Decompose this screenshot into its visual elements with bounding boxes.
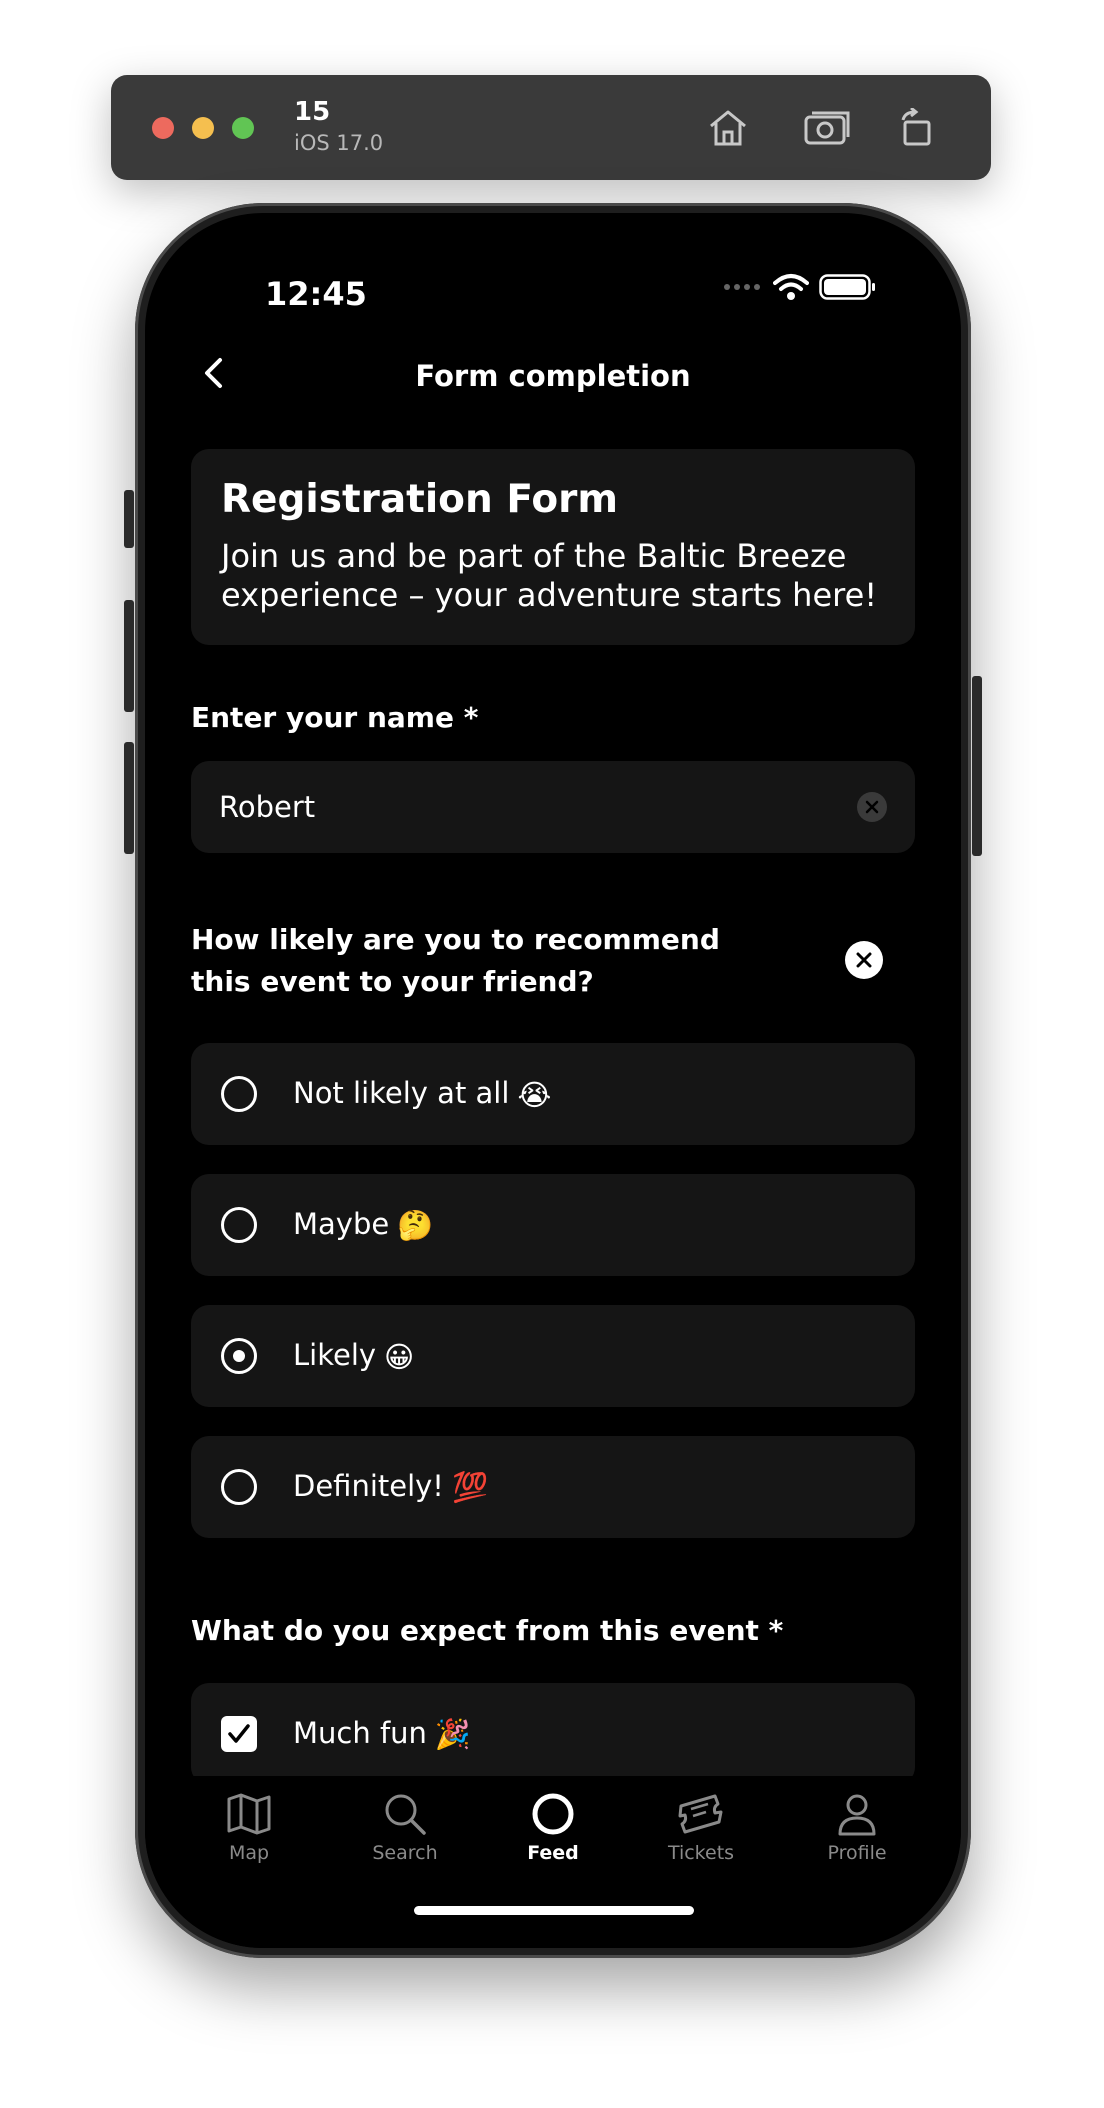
- radio-button[interactable]: [221, 1469, 257, 1505]
- home-indicator[interactable]: [414, 1906, 694, 1915]
- tab-bar: Map Search Feed Tickets Profile: [145, 1776, 961, 1948]
- checkbox-checked[interactable]: [221, 1716, 257, 1752]
- signal-icon: [724, 284, 760, 290]
- radio-button-selected[interactable]: [221, 1338, 257, 1374]
- option-not-likely[interactable]: Not likely at all 😭: [191, 1043, 915, 1145]
- volume-up-button: [124, 600, 134, 712]
- rotate-button[interactable]: [892, 103, 942, 153]
- search-icon: [385, 1794, 426, 1835]
- clear-input-button[interactable]: [857, 792, 887, 822]
- radio-button[interactable]: [221, 1076, 257, 1112]
- option-maybe[interactable]: Maybe 🤔: [191, 1174, 915, 1276]
- radio-button[interactable]: [221, 1207, 257, 1243]
- name-question-label: Enter your name *: [191, 701, 479, 734]
- name-input-value: Robert: [219, 790, 316, 824]
- home-button[interactable]: [703, 103, 753, 153]
- tab-label: Profile: [827, 1842, 887, 1864]
- screenshot-button[interactable]: [802, 103, 852, 153]
- crying-emoji: 😭: [517, 1078, 552, 1112]
- wifi-icon: [773, 274, 809, 300]
- tab-label: Feed: [527, 1842, 579, 1864]
- profile-icon: [838, 1794, 876, 1836]
- option-text: Not likely at all 😭: [293, 1076, 551, 1112]
- power-button: [972, 676, 982, 856]
- phone-screen: 12:45 Form completion Registration Form …: [145, 213, 961, 1948]
- expect-question-label: What do you expect from this event *: [191, 1614, 784, 1647]
- form-intro-card: Registration Form Join us and be part of…: [191, 449, 915, 645]
- tab-tickets[interactable]: Tickets: [641, 1786, 761, 1864]
- tab-profile[interactable]: Profile: [797, 1786, 917, 1864]
- tab-label: Tickets: [667, 1842, 735, 1864]
- party-popper-emoji: 🎉: [434, 1717, 472, 1752]
- option-likely[interactable]: Likely 😀: [191, 1305, 915, 1407]
- feed-icon: [532, 1793, 574, 1835]
- ticket-icon: [678, 1794, 723, 1834]
- volume-down-button: [124, 742, 134, 854]
- clear-icon: [865, 800, 879, 814]
- hundred-emoji: 💯: [451, 1470, 489, 1505]
- name-input[interactable]: Robert: [191, 761, 915, 853]
- option-label: Much fun: [293, 1715, 427, 1750]
- status-time: 12:45: [265, 275, 367, 313]
- rotate-icon: [901, 108, 931, 146]
- checkmark-icon: [228, 1724, 250, 1743]
- option-definitely[interactable]: Definitely! 💯: [191, 1436, 915, 1538]
- minimize-window-button[interactable]: [192, 117, 214, 139]
- tab-feed[interactable]: Feed: [493, 1786, 613, 1864]
- option-label: Likely: [293, 1338, 377, 1372]
- close-icon: [856, 952, 872, 968]
- close-window-button[interactable]: [152, 117, 174, 139]
- tab-label: Map: [228, 1842, 270, 1864]
- grinning-emoji: 😀: [384, 1340, 415, 1374]
- option-label: Maybe: [293, 1206, 390, 1241]
- status-indicators: [723, 273, 877, 301]
- option-text: Maybe 🤔: [293, 1207, 433, 1244]
- option-much-fun[interactable]: Much fun 🎉: [191, 1683, 915, 1785]
- battery-icon: [819, 274, 875, 300]
- home-icon: [710, 110, 746, 146]
- option-label: Not likely at all: [293, 1076, 510, 1110]
- simulator-toolbar: 15 iOS 17.0: [111, 75, 991, 180]
- clear-answer-button[interactable]: [845, 941, 883, 979]
- simulator-device-name: 15: [294, 97, 331, 127]
- zoom-window-button[interactable]: [232, 117, 254, 139]
- screenshot-icon: [804, 111, 850, 145]
- tab-label: Search: [372, 1842, 438, 1864]
- option-text: Likely 😀: [293, 1338, 414, 1374]
- map-icon: [227, 1793, 271, 1835]
- option-label: Definitely!: [293, 1468, 444, 1503]
- simulator-os-version: iOS 17.0: [294, 131, 384, 155]
- action-button: [124, 490, 134, 548]
- tab-map[interactable]: Map: [189, 1786, 309, 1864]
- option-text: Definitely! 💯: [293, 1469, 488, 1506]
- form-title: Registration Form: [221, 477, 619, 522]
- option-text: Much fun 🎉: [293, 1716, 471, 1753]
- page-title: Form completion: [415, 359, 691, 393]
- form-description: Join us and be part of the Baltic Breeze…: [221, 537, 878, 614]
- recommend-question-label: How likely are you to recommend this eve…: [191, 923, 720, 998]
- tab-search[interactable]: Search: [345, 1786, 465, 1864]
- radio-dot: [233, 1350, 245, 1362]
- thinking-emoji: 🤔: [397, 1208, 434, 1243]
